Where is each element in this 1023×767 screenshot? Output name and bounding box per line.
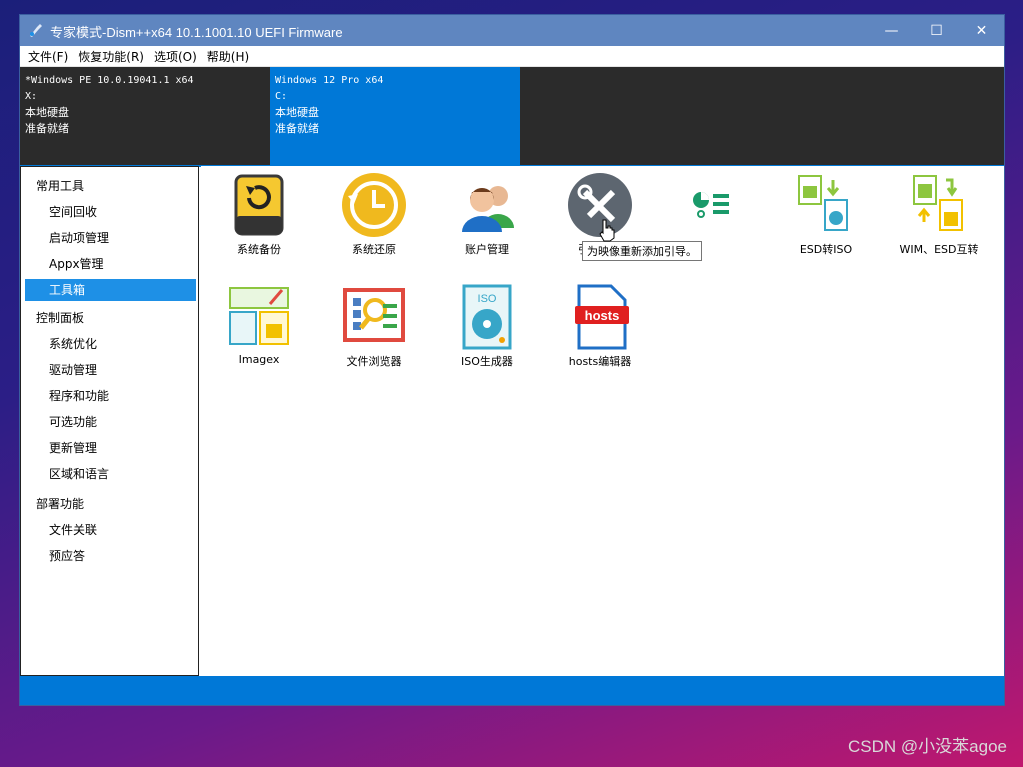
tooltip: 为映像重新添加引导。 (582, 241, 702, 261)
title-bar[interactable]: 专家模式-Dism++x64 10.1.1001.10 UEFI Firmwar… (20, 15, 1004, 46)
hand-cursor-icon (599, 219, 615, 242)
menu-help[interactable]: 帮助(H) (202, 46, 254, 66)
tool-hidden-behind-tooltip[interactable] (658, 170, 768, 241)
sidebar-group-control-panel[interactable]: 控制面板 (21, 305, 198, 331)
tool-label: 系统还原 (352, 243, 396, 256)
sidebar-item-optional-features[interactable]: 可选功能 (21, 409, 198, 435)
svg-text:ISO: ISO (478, 293, 497, 305)
tool-iso-creator[interactable]: ISO ISO生成器 (432, 282, 542, 369)
users-icon (462, 186, 514, 232)
chart-list-icon (693, 192, 729, 218)
hosts-file-icon: hosts (575, 284, 629, 350)
system-os: Windows 12 Pro x64 (275, 75, 384, 86)
tool-label: ESD转ISO (799, 243, 853, 256)
svg-text:hosts: hosts (585, 308, 620, 323)
system-panel-win12[interactable]: Windows 12 Pro x64 C: 本地硬盘 准备就绪 (270, 67, 520, 165)
esd-iso-convert-icon (798, 175, 848, 231)
menu-options[interactable]: 选项(O) (149, 46, 202, 66)
system-panel-pe[interactable]: *Windows PE 10.0.19041.1 x64 X: 本地硬盘 准备就… (20, 67, 270, 165)
tool-system-restore[interactable]: 系统还原 (319, 170, 429, 257)
iso-disc-icon: ISO (462, 284, 512, 350)
sidebar: 常用工具 空间回收 启动项管理 Appx管理 工具箱 控制面板 系统优化 驱动管… (20, 166, 199, 676)
backup-drive-icon (234, 174, 284, 236)
tool-label: 文件浏览器 (346, 355, 402, 368)
tool-label: 账户管理 (465, 243, 509, 256)
watermark: CSDN @小没苯agoe (848, 737, 1007, 756)
file-browser-icon (343, 288, 405, 342)
menu-bar: 文件(F) 恢复功能(R) 选项(O) 帮助(H) (20, 46, 1004, 67)
maximize-button[interactable]: ☐ (914, 15, 959, 46)
system-status: 准备就绪 (275, 122, 319, 135)
sidebar-item-space-cleanup[interactable]: 空间回收 (21, 199, 198, 225)
system-status: 准备就绪 (25, 122, 69, 135)
window-title: 专家模式-Dism++x64 10.1.1001.10 UEFI Firmwar… (50, 25, 343, 40)
menu-restore[interactable]: 恢复功能(R) (73, 46, 149, 66)
wim-esd-convert-icon (913, 175, 963, 231)
main-area: 常用工具 空间回收 启动项管理 Appx管理 工具箱 控制面板 系统优化 驱动管… (20, 166, 1004, 676)
system-os: *Windows PE 10.0.19041.1 x64 (25, 75, 194, 86)
imagex-icon (229, 287, 289, 345)
tool-imagex[interactable]: Imagex (204, 282, 314, 366)
minimize-button[interactable]: — (869, 15, 914, 46)
system-drive: C: (275, 91, 288, 102)
tool-file-browser[interactable]: 文件浏览器 (319, 282, 429, 369)
sidebar-item-startup[interactable]: 启动项管理 (21, 225, 198, 251)
tool-label: Imagex (238, 353, 280, 366)
system-type: 本地硬盘 (25, 106, 69, 119)
sidebar-item-toolbox[interactable]: 工具箱 (25, 279, 196, 301)
app-logo-icon (30, 24, 42, 37)
tool-esd-to-iso[interactable]: ESD转ISO (771, 170, 881, 257)
app-window: 专家模式-Dism++x64 10.1.1001.10 UEFI Firmwar… (19, 14, 1005, 706)
sidebar-item-drivers[interactable]: 驱动管理 (21, 357, 198, 383)
tool-account-management[interactable]: 账户管理 (432, 170, 542, 257)
tool-label: 系统备份 (237, 243, 281, 256)
sidebar-item-appx[interactable]: Appx管理 (21, 251, 198, 277)
tool-label: ISO生成器 (461, 355, 513, 368)
tool-label: hosts编辑器 (568, 355, 632, 368)
sidebar-item-updates[interactable]: 更新管理 (21, 435, 198, 461)
system-type: 本地硬盘 (275, 106, 319, 119)
menu-file[interactable]: 文件(F) (23, 46, 73, 66)
sidebar-item-region-language[interactable]: 区域和语言 (21, 461, 198, 487)
sidebar-group-deployment[interactable]: 部署功能 (21, 491, 198, 517)
close-button[interactable]: ✕ (959, 15, 1004, 46)
status-bar (20, 676, 1004, 705)
tool-hosts-editor[interactable]: hosts hosts编辑器 (545, 282, 655, 369)
sidebar-item-file-assoc[interactable]: 文件关联 (21, 517, 198, 543)
tool-system-backup[interactable]: 系统备份 (204, 170, 314, 257)
sidebar-group-common-tools[interactable]: 常用工具 (21, 173, 198, 199)
clock-restore-icon (342, 173, 406, 237)
sidebar-item-programs[interactable]: 程序和功能 (21, 383, 198, 409)
tool-label: WIM、ESD互转 (899, 243, 979, 256)
system-drive: X: (25, 91, 38, 102)
tool-wim-esd-convert[interactable]: WIM、ESD互转 (884, 170, 994, 257)
sidebar-item-answer-file[interactable]: 预应答 (21, 543, 198, 569)
sidebar-item-system-optimize[interactable]: 系统优化 (21, 331, 198, 357)
system-selector: *Windows PE 10.0.19041.1 x64 X: 本地硬盘 准备就… (20, 67, 1004, 167)
